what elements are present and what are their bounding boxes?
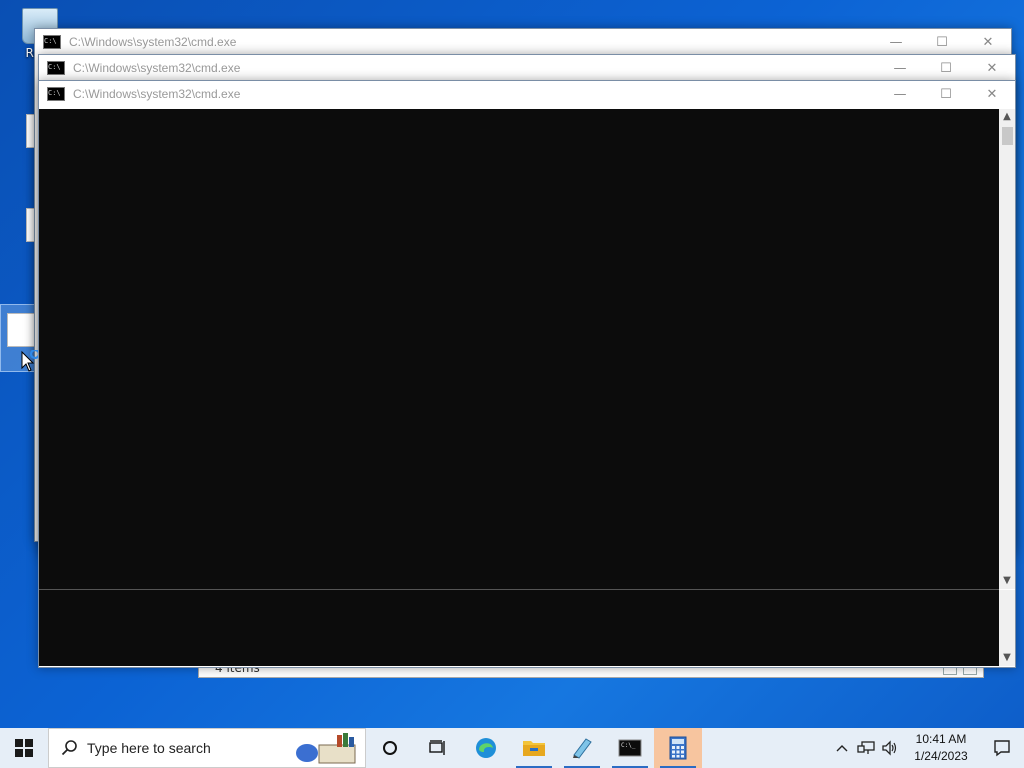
search-highlight-illustration-icon: [296, 733, 356, 764]
svg-text:C:\_: C:\_: [621, 742, 636, 749]
cmd-window-3[interactable]: C:\ C:\Windows\system32\cmd.exe — ☐ ✕ ▲ …: [38, 80, 1016, 668]
folder-icon: [523, 741, 545, 756]
taskbar-notepad-button[interactable]: [558, 728, 606, 768]
minimize-button[interactable]: —: [877, 81, 923, 107]
notepad-icon: [573, 738, 592, 759]
close-button[interactable]: ✕: [965, 29, 1011, 55]
clock-time: 10:41 AM: [915, 732, 967, 746]
cmd-app-icon: C:\: [47, 87, 65, 101]
calculator-icon: [669, 736, 687, 760]
maximize-button[interactable]: ☐: [923, 81, 969, 107]
taskbar-file-explorer-button[interactable]: [510, 728, 558, 768]
maximize-button[interactable]: ☐: [923, 55, 969, 81]
scroll-down-icon[interactable]: ▼: [999, 650, 1015, 666]
taskbar-calculator-button[interactable]: [654, 728, 702, 768]
console-output-area[interactable]: [39, 109, 999, 589]
close-button[interactable]: ✕: [969, 55, 1015, 81]
title-bar[interactable]: C:\ C:\Windows\system32\cmd.exe — ☐ ✕: [39, 81, 1015, 107]
task-view-button[interactable]: [414, 728, 462, 768]
system-tray: 10:41 AM 1/24/2023: [830, 728, 1024, 768]
action-center-button[interactable]: [980, 728, 1024, 768]
start-button[interactable]: [0, 728, 48, 768]
search-placeholder: Type here to search: [87, 740, 211, 756]
clock-date: 1/24/2023: [914, 749, 968, 763]
task-view-icon: [429, 740, 445, 755]
cmd-app-icon: C:\: [43, 35, 61, 49]
windows-logo-icon: [15, 739, 33, 757]
scroll-thumb[interactable]: [1002, 127, 1013, 145]
window-title: C:\Windows\system32\cmd.exe: [73, 87, 241, 101]
console-scrollbar[interactable]: ▲ ▼: [999, 109, 1015, 589]
title-bar[interactable]: C:\ C:\Windows\system32\cmd.exe — ☐ ✕: [35, 29, 1011, 55]
maximize-button[interactable]: ☐: [919, 29, 965, 55]
cortana-circle-icon: [383, 741, 397, 755]
taskbar-edge-button[interactable]: [462, 728, 510, 768]
scroll-down-icon[interactable]: ▼: [999, 573, 1015, 589]
notification-speech-bubble-icon: [994, 740, 1010, 757]
minimize-button[interactable]: —: [877, 55, 923, 81]
console-lower-area[interactable]: [39, 590, 999, 666]
edge-browser-icon: [476, 738, 496, 758]
scroll-up-icon[interactable]: ▲: [999, 109, 1015, 125]
network-icon[interactable]: [854, 728, 878, 768]
close-button[interactable]: ✕: [969, 81, 1015, 107]
minimize-button[interactable]: —: [873, 29, 919, 55]
file-icon: [7, 313, 35, 347]
window-title: C:\Windows\system32\cmd.exe: [69, 35, 237, 49]
busy-cursor-icon: [21, 350, 38, 372]
taskbar-search-box[interactable]: Type here to search: [48, 728, 366, 768]
taskbar-clock[interactable]: 10:41 AM 1/24/2023: [902, 731, 980, 765]
volume-speaker-icon[interactable]: [878, 728, 902, 768]
cortana-button[interactable]: [366, 728, 414, 768]
window-title: C:\Windows\system32\cmd.exe: [73, 61, 241, 75]
show-hidden-icons-chevron-up-icon[interactable]: [830, 728, 854, 768]
title-bar[interactable]: C:\ C:\Windows\system32\cmd.exe — ☐ ✕: [39, 55, 1015, 81]
cmd-app-icon: C:\: [47, 61, 65, 75]
taskbar-cmd-button[interactable]: C:\_: [606, 728, 654, 768]
search-icon: [61, 740, 77, 756]
taskbar: Type here to search C:\_ 10:41 AM 1/24/2…: [0, 728, 1024, 768]
console-lower-scrollbar[interactable]: ▼: [999, 590, 1015, 666]
command-prompt-icon: C:\_: [618, 739, 642, 757]
